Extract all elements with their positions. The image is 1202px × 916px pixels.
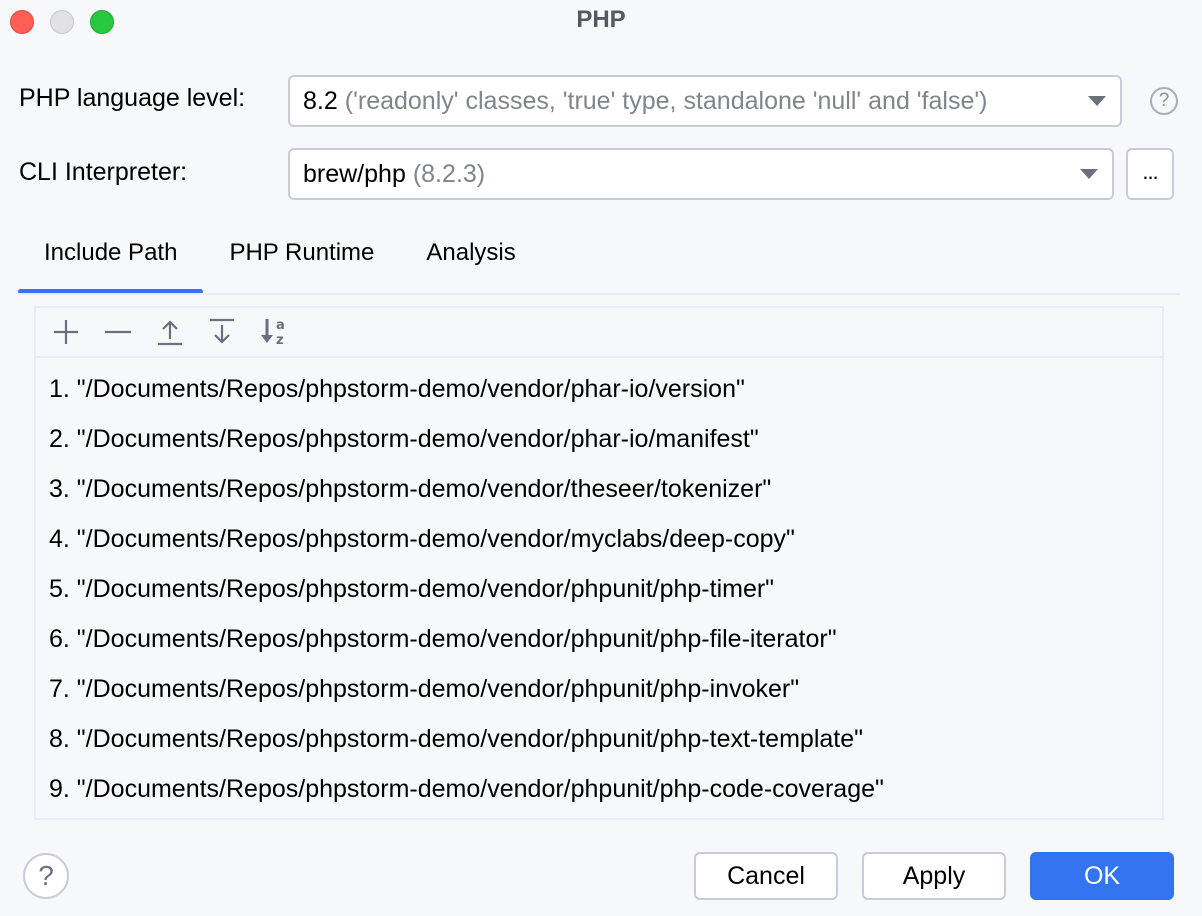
tab-include-path[interactable]: Include Path xyxy=(18,230,204,294)
tab-analysis[interactable]: Analysis xyxy=(400,230,541,294)
chevron-down-icon xyxy=(1080,169,1098,179)
help-icon[interactable]: ? xyxy=(1150,87,1178,115)
language-level-description: ('readonly' classes, 'true' type, standa… xyxy=(344,86,988,115)
help-button[interactable]: ? xyxy=(23,853,69,899)
include-path-list: 1. "/Documents/Repos/phpstorm-demo/vendo… xyxy=(36,358,1162,814)
cli-interpreter-version: (8.2.3) xyxy=(412,159,486,188)
ok-button[interactable]: OK xyxy=(1030,852,1174,900)
list-item[interactable]: 1. "/Documents/Repos/phpstorm-demo/vendo… xyxy=(36,364,1162,414)
apply-button[interactable]: Apply xyxy=(862,852,1006,900)
tab-divider xyxy=(18,293,1180,295)
add-icon[interactable] xyxy=(46,312,86,352)
remove-icon[interactable] xyxy=(98,312,138,352)
dialog-title: PHP xyxy=(576,6,626,33)
list-item[interactable]: 3. "/Documents/Repos/phpstorm-demo/vendo… xyxy=(36,464,1162,514)
sort-alphabetically-icon[interactable]: a z xyxy=(254,312,294,352)
list-item[interactable]: 5. "/Documents/Repos/phpstorm-demo/vendo… xyxy=(36,564,1162,614)
php-settings-dialog: PHP PHP language level: 8.2 ('readonly' … xyxy=(0,0,1202,916)
browse-interpreter-button[interactable]: ... xyxy=(1126,148,1174,200)
language-level-value: 8.2 xyxy=(303,86,338,115)
language-level-dropdown[interactable]: 8.2 ('readonly' classes, 'true' type, st… xyxy=(288,75,1122,127)
cli-interpreter-label: CLI Interpreter: xyxy=(19,158,188,186)
move-down-icon[interactable] xyxy=(202,312,242,352)
list-item[interactable]: 2. "/Documents/Repos/phpstorm-demo/vendo… xyxy=(36,414,1162,464)
include-path-panel: a z 1. "/Documents/Repos/phpstorm-demo/v… xyxy=(34,306,1164,820)
list-item[interactable]: 8. "/Documents/Repos/phpstorm-demo/vendo… xyxy=(36,714,1162,764)
language-level-label: PHP language level: xyxy=(19,84,246,112)
cli-interpreter-dropdown[interactable]: brew/php (8.2.3) xyxy=(288,148,1114,200)
list-item[interactable]: 4. "/Documents/Repos/phpstorm-demo/vendo… xyxy=(36,514,1162,564)
cancel-button[interactable]: Cancel xyxy=(694,852,838,900)
list-item[interactable]: 9. "/Documents/Repos/phpstorm-demo/vendo… xyxy=(36,764,1162,814)
move-up-icon[interactable] xyxy=(150,312,190,352)
svg-text:z: z xyxy=(276,333,284,348)
tab-bar: Include Path PHP Runtime Analysis xyxy=(18,230,542,294)
tab-php-runtime[interactable]: PHP Runtime xyxy=(203,230,400,294)
list-item[interactable]: 6. "/Documents/Repos/phpstorm-demo/vendo… xyxy=(36,614,1162,664)
chevron-down-icon xyxy=(1088,96,1106,106)
include-path-toolbar: a z xyxy=(36,308,1162,358)
svg-text:a: a xyxy=(276,318,285,333)
cli-interpreter-value: brew/php xyxy=(303,159,406,188)
list-item[interactable]: 7. "/Documents/Repos/phpstorm-demo/vendo… xyxy=(36,664,1162,714)
